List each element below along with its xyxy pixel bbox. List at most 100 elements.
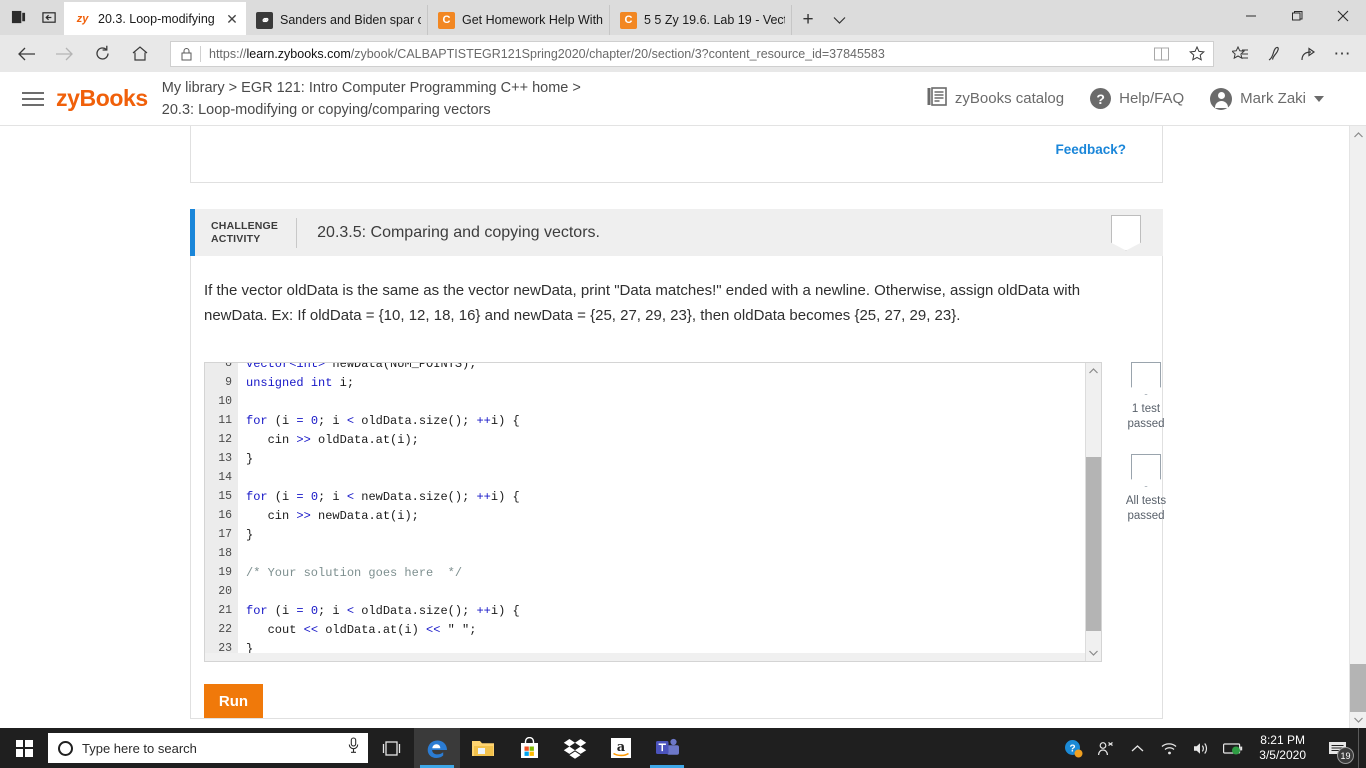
activity-progress-badge [1111,214,1141,251]
favorites-hub-icon[interactable] [1224,39,1256,69]
code-line[interactable]: 9 unsigned int i; [205,373,1101,392]
forward-button[interactable] [46,39,82,69]
dropbox-icon[interactable] [552,728,598,768]
line-number: 16 [205,509,238,522]
code-line[interactable]: 14 [205,468,1101,487]
line-number: 18 [205,547,238,560]
refresh-button[interactable] [84,39,120,69]
code-editor[interactable]: 8 vector<int> newData(NUM_POINTS); 9 unsign… [204,362,1102,662]
people-icon[interactable] [1089,728,1121,768]
new-tab-button[interactable]: + [792,5,824,35]
code-line[interactable]: 10 [205,392,1101,411]
address-bar[interactable]: https://learn.zybooks.com/zybook/CALBAPT… [170,40,1214,67]
microphone-icon[interactable] [347,737,360,759]
line-number: 20 [205,585,238,598]
close-icon[interactable]: ✕ [224,12,240,26]
code-line[interactable]: 11 for (i = 0; i < oldData.size(); ++i) { [205,411,1101,430]
scroll-up-icon[interactable] [1350,126,1366,143]
taskbar-search[interactable]: Type here to search [48,733,368,763]
settings-more-icon[interactable]: ⋯ [1326,39,1358,69]
restore-button[interactable] [1274,0,1320,32]
start-button[interactable] [0,728,48,768]
code-line[interactable]: 8 vector<int> newData(NUM_POINTS); [205,363,1101,373]
tab-title: Sanders and Biden spar ove [280,13,421,27]
user-menu[interactable]: Mark Zaki [1210,87,1324,110]
volume-icon[interactable] [1185,728,1217,768]
code-line[interactable]: 18 [205,544,1101,563]
chevron-down-icon[interactable] [824,5,854,35]
editor-scroll-thumb[interactable] [1086,457,1101,631]
news-icon: ⚭ [256,11,273,29]
line-source: for (i = 0; i < oldData.size(); ++i) { [246,603,520,618]
microsoft-store-icon[interactable] [506,728,552,768]
code-line[interactable]: 20 [205,582,1101,601]
help-faq-link[interactable]: ? Help/FAQ [1090,88,1184,109]
taskbar-clock[interactable]: 8:21 PM 3/5/2020 [1249,733,1316,763]
tab-title: 20.3. Loop-modifying o [98,11,217,26]
run-button[interactable]: Run [204,684,263,718]
reading-view-icon[interactable] [1147,42,1175,66]
scroll-down-icon[interactable] [1086,645,1101,661]
code-line[interactable]: 22 cout << oldData.at(i) << " "; [205,620,1101,639]
battery-icon[interactable] [1217,728,1249,768]
tab-title: 5 5 Zy 19.6. Lab 19 - Vectors [644,13,785,27]
share-icon[interactable] [1292,39,1324,69]
breadcrumb: My library > EGR 121: Intro Computer Pro… [162,77,581,121]
show-hidden-icons-icon[interactable] [1121,728,1153,768]
line-number: 13 [205,452,238,465]
code-line[interactable]: 17} [205,525,1101,544]
menu-icon[interactable] [16,91,48,106]
minimize-button[interactable] [1228,0,1274,32]
browser-tab-1[interactable]: zy 20.3. Loop-modifying o ✕ [64,2,246,35]
help-icon[interactable]: ? [1057,728,1089,768]
close-button[interactable] [1320,0,1366,32]
microsoft-teams-icon[interactable] [644,728,690,768]
content-column: Feedback? CHALLENGE ACTIVITY 20.3.5: Com… [190,126,1166,719]
wifi-icon[interactable] [1153,728,1185,768]
line-source: cin >> oldData.at(i); [246,432,419,447]
code-line[interactable]: 19 /* Your solution goes here */ [205,563,1101,582]
notification-center-button[interactable]: 19 [1316,728,1358,768]
code-line[interactable]: 13} [205,449,1101,468]
set-aside-tabs-icon[interactable] [41,9,58,26]
edge-icon[interactable] [414,728,460,768]
search-input[interactable]: Type here to search [82,741,338,756]
zybooks-logo[interactable]: zyBooks [56,85,148,112]
page-scrollbar[interactable] [1349,126,1366,728]
windows-taskbar: Type here to search a ? 8:21 PM 3/5/2020… [0,728,1366,768]
line-number: 24 [205,661,238,662]
home-button[interactable] [122,39,158,69]
editor-horizontal-scrollbar[interactable] [205,653,1085,661]
help-label: Help/FAQ [1119,90,1185,107]
tab-preview-icon[interactable] [10,9,27,26]
zybooks-catalog-link[interactable]: zyBooks catalog [927,87,1064,110]
scroll-up-icon[interactable] [1086,363,1101,379]
breadcrumb-line-1[interactable]: My library > EGR 121: Intro Computer Pro… [162,77,581,99]
code-line[interactable]: 21 for (i = 0; i < oldData.size(); ++i) { [205,601,1101,620]
back-button[interactable] [8,39,44,69]
line-source: } [246,527,254,542]
test-label: All tests passed [1125,495,1167,522]
favorite-star-icon[interactable] [1183,42,1211,66]
task-view-icon[interactable] [368,728,414,768]
code-line[interactable]: 12 cin >> oldData.at(i); [205,430,1101,449]
system-tray: ? 8:21 PM 3/5/2020 19 [1057,728,1366,768]
show-desktop-button[interactable] [1358,728,1364,768]
browser-tab-3[interactable]: C Get Homework Help With C [428,5,610,35]
activity-type-label: CHALLENGE ACTIVITY [211,219,279,245]
browser-tab-4[interactable]: C 5 5 Zy 19.6. Lab 19 - Vectors [610,5,792,35]
scroll-down-icon[interactable] [1350,711,1366,728]
window-controls [1228,0,1366,35]
browser-tab-2[interactable]: ⚭ Sanders and Biden spar ove [246,5,428,35]
amazon-icon[interactable]: a [598,728,644,768]
page-scroll-thumb[interactable] [1350,664,1366,712]
editor-vertical-scrollbar[interactable] [1085,363,1101,661]
test-result-2[interactable]: All tests passed [1106,454,1186,524]
file-explorer-icon[interactable] [460,728,506,768]
code-line[interactable]: 16 cin >> newData.at(i); [205,506,1101,525]
code-line[interactable]: 15 for (i = 0; i < newData.size(); ++i) { [205,487,1101,506]
line-number: 10 [205,395,238,408]
feedback-link[interactable]: Feedback? [1055,142,1126,157]
test-result-1[interactable]: 1 test passed [1106,362,1186,432]
web-notes-icon[interactable] [1258,39,1290,69]
